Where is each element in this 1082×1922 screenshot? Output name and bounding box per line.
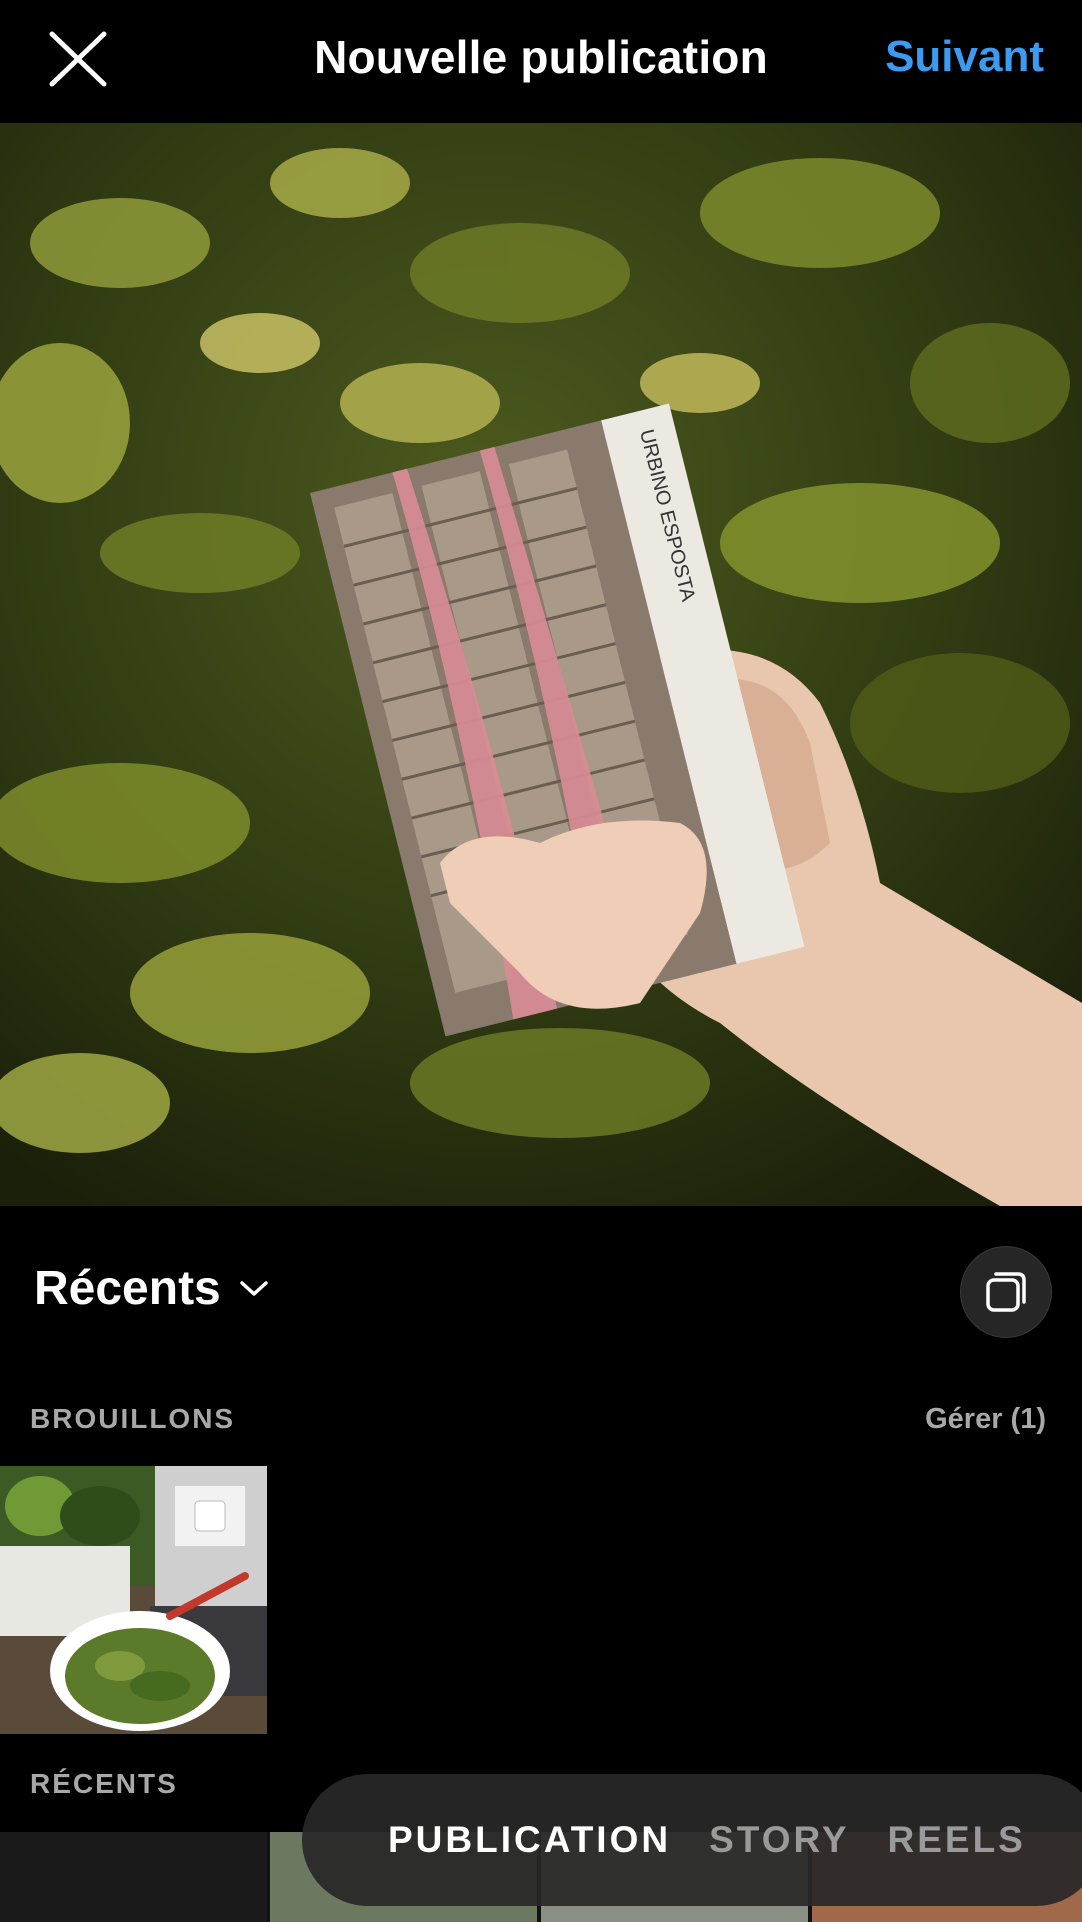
- mode-publication[interactable]: PUBLICATION: [388, 1819, 671, 1861]
- next-button[interactable]: Suivant: [885, 32, 1044, 82]
- chevron-down-icon: [240, 1280, 268, 1296]
- recents-label: RÉCENTS: [30, 1768, 178, 1799]
- mode-story[interactable]: STORY: [709, 1819, 849, 1861]
- preview-image: URBINO ESPOSTA: [0, 123, 1082, 1206]
- manage-drafts-link[interactable]: Gérer (1): [925, 1403, 1046, 1436]
- album-row: Récents: [0, 1206, 1082, 1374]
- drafts-label: BROUILLONS: [30, 1403, 236, 1434]
- photo-preview[interactable]: URBINO ESPOSTA: [0, 123, 1082, 1206]
- album-selector[interactable]: Récents: [34, 1261, 269, 1316]
- draft-thumbnail[interactable]: [0, 1466, 267, 1734]
- draft-image: [0, 1466, 267, 1734]
- multiple-select-button[interactable]: [960, 1246, 1052, 1338]
- mode-reels[interactable]: REELS: [888, 1819, 1026, 1861]
- recent-thumbnail[interactable]: [0, 1832, 267, 1922]
- multiple-select-icon: [986, 1272, 1026, 1312]
- top-bar: Nouvelle publication Suivant: [0, 0, 1082, 123]
- album-title: Récents: [34, 1262, 221, 1315]
- mode-selector: PUBLICATION STORY REELS: [302, 1774, 1082, 1906]
